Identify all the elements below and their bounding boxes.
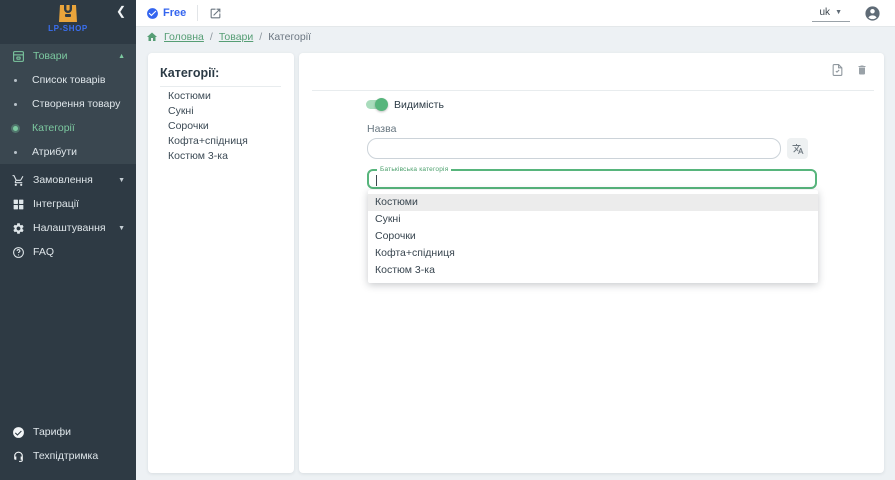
breadcrumb: Головна / Товари / Категорії (146, 31, 311, 43)
logo-text: LP-SHOP (0, 24, 136, 33)
logo[interactable]: LP-SHOP ❮ (0, 0, 136, 44)
sidebar-item-settings[interactable]: Налаштування ▼ (0, 216, 136, 240)
category-list-item[interactable]: Костюми (168, 89, 288, 104)
sidebar-item-products[interactable]: Товари ▲ (0, 44, 136, 68)
cart-icon (11, 173, 26, 188)
sidebar-item-label: Техпідтримка (33, 450, 98, 462)
sidebar-section-products: Товари ▲ Список товарів Створення товару… (0, 44, 136, 164)
sidebar-item-integrations[interactable]: Інтеграції (0, 192, 136, 216)
divider (160, 86, 281, 87)
home-icon[interactable] (146, 31, 158, 43)
parent-category-dropdown: Костюми Сукні Сорочки Кофта+спідниця Кос… (368, 190, 818, 283)
plan-badge-label: Free (163, 7, 186, 19)
dropdown-option[interactable]: Сорочки (368, 228, 818, 245)
sidebar-item-label: Налаштування (33, 222, 106, 234)
editor-toolbar (831, 63, 868, 77)
breadcrumb-separator: / (259, 31, 262, 43)
sidebar-bottom: Тарифи Техпідтримка (0, 420, 136, 468)
chevron-down-icon: ▼ (118, 225, 125, 232)
plan-badge[interactable]: Free (146, 7, 186, 20)
language-code: uk (820, 7, 831, 18)
sidebar-item-support[interactable]: Техпідтримка (0, 444, 136, 468)
topbar-right: uk ▼ (812, 5, 895, 22)
translate-icon[interactable] (787, 138, 808, 159)
divider (197, 5, 198, 21)
sidebar-item-categories[interactable]: Категорії (0, 116, 136, 140)
categories-panel: Категорії: Костюми Сукні Сорочки Кофта+с… (148, 53, 294, 473)
sidebar-item-tariffs[interactable]: Тарифи (0, 420, 136, 444)
visibility-row: Видимість (365, 98, 444, 111)
gear-icon (11, 221, 26, 236)
toggle-thumb (375, 98, 388, 111)
sidebar-item-label: Інтеграції (33, 198, 79, 210)
bullet-icon (14, 103, 17, 106)
category-editor-panel: Видимість Назва Батьківська категорія Ко… (299, 53, 884, 473)
sidebar-item-label: Список товарів (32, 74, 105, 86)
bullet-icon (14, 151, 17, 154)
parent-category-input[interactable] (374, 172, 810, 186)
breadcrumb-link-home[interactable]: Головна (164, 31, 204, 43)
categories-list: Костюми Сукні Сорочки Кофта+спідниця Кос… (168, 89, 288, 164)
check-circle-icon (11, 425, 26, 440)
sidebar-item-product-list[interactable]: Список товарів (0, 68, 136, 92)
dropdown-option[interactable]: Сукні (368, 211, 818, 228)
dropdown-option[interactable]: Кофта+спідниця (368, 245, 818, 262)
active-bullet-icon (13, 126, 18, 131)
category-list-item[interactable]: Сукні (168, 104, 288, 119)
sidebar-item-label: Атрибути (32, 146, 77, 158)
category-list-item[interactable]: Костюм 3-ка (168, 149, 288, 164)
breadcrumb-separator: / (210, 31, 213, 43)
dropdown-option[interactable]: Костюми (368, 194, 818, 211)
divider (312, 90, 874, 91)
sidebar: LP-SHOP ❮ Товари ▲ Список товарів Створе… (0, 0, 136, 480)
language-select[interactable]: uk ▼ (812, 5, 851, 22)
topbar: Free uk ▼ (136, 0, 895, 27)
sidebar-item-label: FAQ (33, 246, 54, 258)
integrations-icon (11, 197, 26, 212)
help-icon (11, 245, 26, 260)
bullet-icon (14, 79, 17, 82)
category-list-item[interactable]: Сорочки (168, 119, 288, 134)
name-field-label: Назва (367, 123, 396, 135)
breadcrumb-current: Категорії (268, 31, 311, 43)
categories-panel-title: Категорії: (160, 66, 219, 80)
headset-icon (11, 449, 26, 464)
save-icon[interactable] (831, 63, 844, 77)
verified-check-icon (146, 7, 159, 20)
dropdown-option[interactable]: Костюм 3-ка (368, 262, 818, 279)
sidebar-item-orders[interactable]: Замовлення ▼ (0, 168, 136, 192)
shop-bag-icon (57, 4, 79, 23)
visibility-label: Видимість (394, 99, 444, 111)
sidebar-item-attributes[interactable]: Атрибути (0, 140, 136, 164)
parent-category-field[interactable]: Батьківська категорія (367, 169, 817, 189)
name-input[interactable] (367, 138, 781, 159)
account-icon[interactable] (864, 5, 881, 22)
chevron-up-icon: ▲ (118, 53, 125, 60)
chevron-down-icon: ▼ (118, 177, 125, 184)
sidebar-item-label: Замовлення (33, 174, 93, 186)
category-list-item[interactable]: Кофта+спідниця (168, 134, 288, 149)
delete-icon[interactable] (856, 63, 868, 77)
sidebar-item-label: Товари (33, 50, 67, 62)
visibility-toggle[interactable] (365, 98, 386, 111)
breadcrumb-link-products[interactable]: Товари (219, 31, 253, 43)
sidebar-item-faq[interactable]: FAQ (0, 240, 136, 264)
chevron-down-icon: ▼ (835, 9, 842, 16)
sidebar-item-label: Категорії (32, 122, 75, 134)
sidebar-item-label: Створення товару (32, 98, 120, 110)
products-icon (11, 49, 26, 64)
sidebar-item-label: Тарифи (33, 426, 71, 438)
sidebar-item-product-create[interactable]: Створення товару (0, 92, 136, 116)
sidebar-collapse-icon[interactable]: ❮ (116, 4, 126, 18)
open-in-new-icon[interactable] (209, 7, 222, 20)
